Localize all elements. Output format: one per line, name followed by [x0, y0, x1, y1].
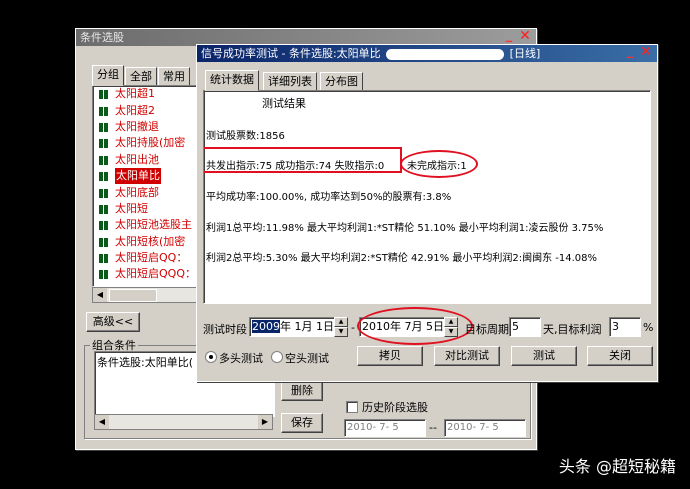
scroll-left-arrow-icon[interactable]: ◀ — [93, 288, 107, 302]
combo-value: 条件选股:太阳单比( — [97, 356, 193, 369]
close-icon[interactable]: ✕ — [639, 45, 653, 60]
formula-list-item[interactable]: 太阳短 — [93, 201, 203, 217]
history-checkbox-label: 历史阶段选股 — [362, 401, 428, 414]
radio-short-test[interactable] — [271, 351, 283, 363]
formula-list-item[interactable]: 太阳超2 — [93, 102, 203, 118]
formula-list-item-label: 太阳短池选股主 — [115, 218, 192, 232]
formula-icon — [97, 252, 111, 264]
formula-list-item-label: 太阳超1 — [115, 87, 155, 101]
formula-icon — [97, 268, 111, 280]
tab-common[interactable]: 常用 — [158, 67, 190, 86]
save-button[interactable]: 保存 — [281, 413, 323, 433]
signal-test-titlebar: 信号成功率测试 - 条件选股:太阳单比 [日线] _ ✕ — [197, 45, 657, 62]
condition-select-title: 条件选股 — [80, 31, 124, 44]
annotation-oval-unfinished — [400, 150, 478, 178]
signal-test-title: 信号成功率测试 - 条件选股:太阳单比 — [201, 47, 381, 60]
target-profit-input[interactable]: 3 — [609, 317, 641, 337]
formula-icon — [97, 170, 111, 182]
formula-icon — [97, 154, 111, 166]
formula-icon — [97, 121, 111, 133]
copy-button[interactable]: 拷贝 — [357, 346, 423, 366]
result-profit2: 利润2总平均:5.30% 最大平均利润2:*ST精伦 42.91% 最小平均利润… — [206, 253, 598, 264]
result-success-rate: 平均成功率:100.00%, 成功率达到50%的股票有:3.8% — [206, 192, 452, 203]
formula-list-item[interactable]: 太阳底部 — [93, 184, 203, 200]
formula-list-item-label: 太阳短 — [115, 201, 148, 215]
tab-statistics[interactable]: 统计数据 — [205, 70, 259, 91]
target-unit-label: 天,目标利润 — [543, 323, 602, 336]
period-from-rest: 年 1月 1日 — [280, 320, 334, 333]
formula-list-item[interactable]: 太阳短核(加密 — [93, 234, 203, 250]
formula-list[interactable]: 太阳超1 太阳超2 太阳撤退太阳持股(加密 太阳出池太阳单比 太阳底部太阳短太阳短池选股… — [92, 85, 204, 287]
annotation-box-signals — [204, 147, 402, 173]
period-dash: - — [351, 321, 355, 334]
period-label: 测试时段 — [203, 323, 247, 336]
formula-list-item[interactable]: 太阳短启QQQ： — [93, 266, 203, 282]
formula-list-item-label: 太阳短启QQ： — [115, 251, 188, 265]
combo-scroll-left-icon[interactable]: ◀ — [95, 415, 109, 429]
formula-icon — [97, 203, 111, 215]
formula-list-item[interactable]: 太阳持股(加密 — [93, 135, 203, 151]
result-title: 测试结果 — [262, 97, 306, 110]
radio-long-test[interactable] — [205, 351, 217, 363]
formula-icon — [97, 137, 111, 149]
advanced-button[interactable]: 高级<< — [86, 312, 140, 332]
formula-list-item[interactable]: 太阳出池 — [93, 152, 203, 168]
compare-test-button[interactable]: 对比测试 — [434, 346, 500, 366]
tab-group[interactable]: 分组 — [92, 65, 124, 86]
signal-test-title-suffix: [日线] — [509, 47, 541, 60]
results-panel: 测试结果 测试股票数:1856 共发出指示:75 成功指示:74 失败指示:0 … — [203, 90, 651, 304]
formula-list-item[interactable]: 太阳超1 — [93, 86, 203, 102]
profit-unit-label: % — [643, 321, 654, 334]
formula-icon — [97, 236, 111, 248]
minimize-icon[interactable]: _ — [623, 45, 637, 60]
result-stock-count: 测试股票数:1856 — [206, 131, 285, 142]
formula-list-item-label: 太阳单比 — [115, 168, 161, 185]
tab-detail-list[interactable]: 详细列表 — [263, 72, 317, 91]
tab-distribution[interactable]: 分布图 — [320, 72, 363, 91]
close-icon[interactable]: ✕ — [518, 29, 532, 44]
formula-list-item[interactable]: 太阳短启QQ： — [93, 250, 203, 266]
formula-icon — [97, 88, 111, 100]
formula-list-item[interactable]: 太阳短池选股主 — [93, 217, 203, 233]
target-period-label: 目标周期 — [465, 323, 509, 336]
period-from-date[interactable]: 2009年 1月 1日 — [249, 317, 339, 337]
title-redaction — [386, 48, 505, 60]
period-from-year: 2009 — [252, 320, 280, 333]
minimize-icon[interactable]: _ — [502, 29, 516, 44]
formula-icon — [97, 187, 111, 199]
formula-list-item-label: 太阳底部 — [115, 185, 159, 199]
watermark: 头条 @超短秘籍 — [558, 457, 676, 476]
formula-icon — [97, 105, 111, 117]
delete-button[interactable]: 删除 — [281, 381, 323, 401]
formula-list-item-label: 太阳超2 — [115, 103, 155, 117]
formula-list-item-label: 太阳持股(加密 — [115, 136, 186, 150]
formula-list-item[interactable]: 太阳单比 — [93, 168, 203, 185]
combo-scroll-right-icon[interactable]: ▶ — [258, 415, 272, 429]
formula-list-item-label: 太阳撤退 — [115, 119, 159, 133]
signal-test-window: 信号成功率测试 - 条件选股:太阳单比 [日线] _ ✕ 统计数据 详细列表 分… — [196, 44, 658, 382]
test-button[interactable]: 测试 — [511, 346, 577, 366]
formula-list-item-label: 太阳短启QQQ： — [115, 267, 196, 281]
formula-list-item[interactable]: 太阳撤退 — [93, 119, 203, 135]
radio-short-label: 空头测试 — [285, 352, 329, 365]
history-to-date[interactable]: 2010- 7- 5 — [444, 419, 526, 437]
formula-list-item-label: 太阳短核(加密 — [115, 234, 186, 248]
close-button[interactable]: 关闭 — [587, 346, 653, 366]
history-from-date[interactable]: 2010- 7- 5 — [344, 419, 426, 437]
history-checkbox[interactable] — [346, 401, 358, 413]
period-from-spinner[interactable]: ▲ ▼ — [334, 317, 348, 337]
formula-list-item-label: 太阳出池 — [115, 152, 159, 166]
radio-long-label: 多头测试 — [219, 352, 263, 365]
tab-all[interactable]: 全部 — [125, 67, 157, 86]
combo-horizontal-scrollbar[interactable]: ◀ ▶ — [94, 414, 273, 430]
history-sep: -- — [429, 421, 437, 434]
formula-icon — [97, 219, 111, 231]
target-period-input[interactable]: 5 — [509, 317, 541, 337]
result-profit1: 利润1总平均:11.98% 最大平均利润1:*ST精伦 51.10% 最小平均利… — [206, 223, 604, 234]
list-horizontal-scrollbar[interactable]: ◀ — [92, 287, 206, 303]
annotation-oval-period — [357, 307, 473, 345]
scroll-thumb[interactable] — [109, 289, 157, 302]
